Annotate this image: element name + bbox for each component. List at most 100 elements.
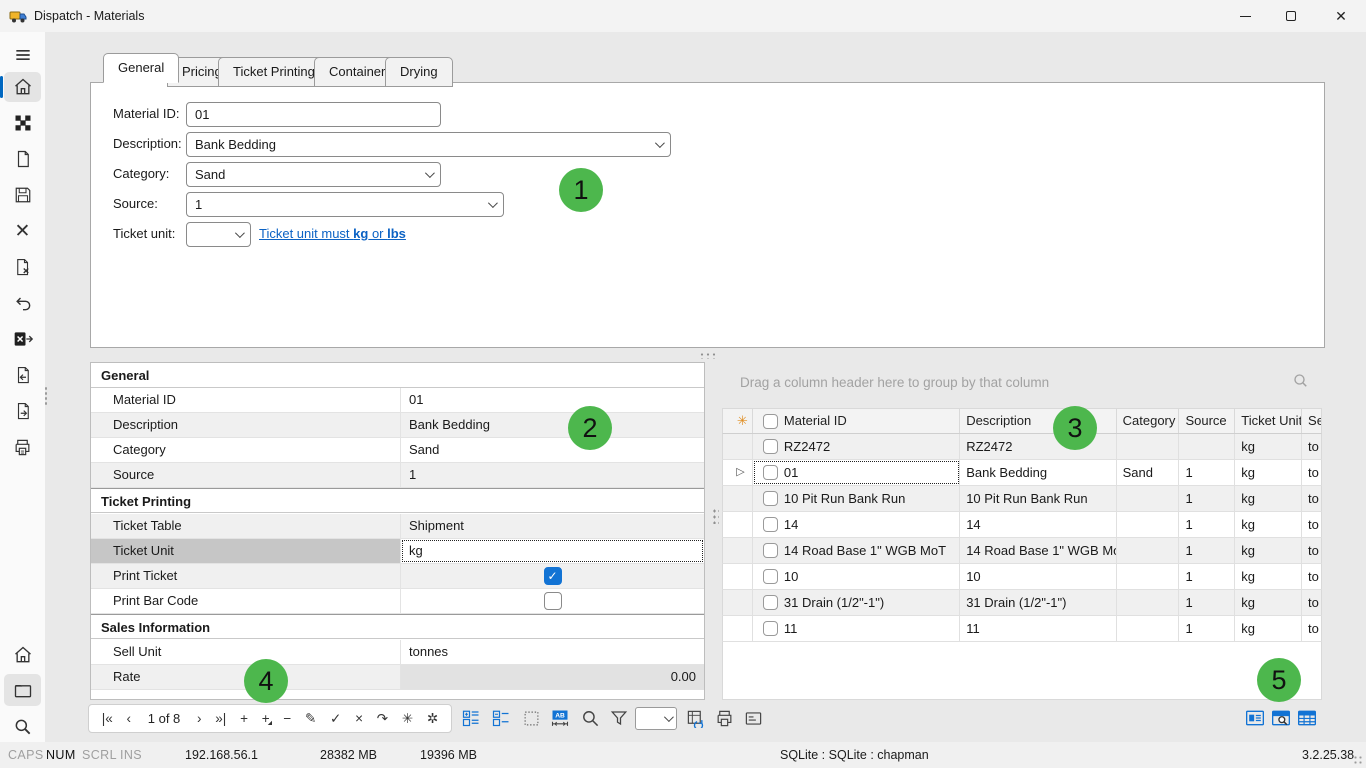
cell-description[interactable]: 11 (960, 616, 1116, 641)
row-checkbox[interactable] (763, 543, 778, 558)
import-file-button[interactable] (4, 360, 41, 390)
property-value-editing[interactable]: kg (401, 539, 704, 563)
material-id-input[interactable] (186, 102, 441, 127)
cell-material-id[interactable]: 14 (753, 512, 960, 537)
grid-row[interactable]: RZ2472 RZ2472 kg to (722, 434, 1322, 460)
ticket-unit-combo[interactable] (186, 222, 251, 247)
cell-category[interactable] (1117, 564, 1180, 589)
best-fit-button[interactable]: AB (548, 706, 572, 730)
nav-redo-button[interactable]: ↷ (376, 710, 389, 728)
sidebar-item-home-bottom[interactable] (4, 640, 41, 670)
print-bar-code-checkbox[interactable] (544, 592, 562, 610)
property-row-rate[interactable]: Rate 0.00 (91, 665, 704, 690)
cell-source[interactable]: 1 (1179, 590, 1235, 615)
row-checkbox[interactable] (763, 491, 778, 506)
nav-last-button[interactable]: »| (214, 710, 227, 728)
ticket-unit-warning-link[interactable]: Ticket unit must kg or lbs (259, 222, 406, 246)
collapse-all-button[interactable] (489, 706, 513, 730)
expand-all-button[interactable] (459, 706, 483, 730)
source-combo[interactable]: 1 (186, 192, 504, 217)
property-value[interactable]: Sand (401, 438, 704, 462)
property-value[interactable]: 0.00 (401, 665, 704, 689)
cell-selection-button[interactable] (519, 706, 543, 730)
cell-sell-unit[interactable]: to (1302, 616, 1321, 641)
cell-description[interactable]: 14 Road Base 1" WGB MoT (960, 538, 1116, 563)
row-checkbox[interactable] (763, 569, 778, 584)
find-panel-button[interactable] (1269, 706, 1293, 730)
category-combo[interactable]: Sand (186, 162, 441, 187)
cell-material-id[interactable]: 11 (753, 616, 960, 641)
print-grid-button[interactable] (712, 706, 736, 730)
refresh-grid-button[interactable] (683, 706, 707, 730)
cell-ticket-unit[interactable]: kg (1235, 564, 1302, 589)
cell-sell-unit[interactable]: to (1302, 512, 1321, 537)
cell-category[interactable] (1117, 512, 1180, 537)
cell-description[interactable]: 31 Drain (1/2"-1") (960, 590, 1116, 615)
cell-material-id[interactable]: 31 Drain (1/2"-1") (753, 590, 960, 615)
cell-material-id[interactable]: 10 Pit Run Bank Run (753, 486, 960, 511)
cell-category[interactable] (1117, 538, 1180, 563)
property-row-print-ticket[interactable]: Print Ticket ✓ (91, 564, 704, 589)
column-header-material-id[interactable]: Material ID (753, 409, 960, 433)
grid-row[interactable]: 11 11 1 kg to (722, 616, 1322, 642)
cell-category[interactable] (1117, 486, 1180, 511)
cell-category[interactable] (1117, 434, 1180, 459)
cell-source[interactable]: 1 (1179, 616, 1235, 641)
cell-ticket-unit[interactable]: kg (1235, 538, 1302, 563)
cell-material-id[interactable]: 01 (753, 460, 960, 485)
card-view-button[interactable] (741, 706, 765, 730)
property-row-print-bar-code[interactable]: Print Bar Code (91, 589, 704, 614)
grid-view-button[interactable] (1295, 706, 1319, 730)
description-combo[interactable]: Bank Bedding (186, 132, 671, 157)
nav-first-button[interactable]: |« (101, 710, 114, 728)
grid-row[interactable]: 14 Road Base 1" WGB MoT 14 Road Base 1" … (722, 538, 1322, 564)
column-header-ticket-unit[interactable]: Ticket Unit (1235, 409, 1302, 433)
cell-source[interactable]: 1 (1179, 512, 1235, 537)
cell-material-id[interactable]: 14 Road Base 1" WGB MoT (753, 538, 960, 563)
nav-next-button[interactable]: › (196, 710, 203, 728)
property-row-source[interactable]: Source 1 (91, 463, 704, 488)
cell-ticket-unit[interactable]: kg (1235, 590, 1302, 615)
vertical-splitter[interactable] (712, 508, 719, 524)
property-value[interactable]: 1 (401, 463, 704, 487)
delete-record-button[interactable] (4, 252, 41, 282)
nav-add-child-button[interactable]: + (261, 710, 271, 728)
property-row-sell-unit[interactable]: Sell Unit tonnes (91, 640, 704, 665)
nav-goto-bookmark-button[interactable]: ✲ (426, 710, 439, 728)
nav-accept-button[interactable]: ✓ (329, 710, 342, 728)
cell-sell-unit[interactable]: to (1302, 590, 1321, 615)
print-ticket-checkbox[interactable]: ✓ (544, 567, 562, 585)
cell-source[interactable]: 1 (1179, 486, 1235, 511)
nav-add-button[interactable]: + (239, 710, 249, 728)
maximize-button[interactable] (1268, 0, 1314, 32)
column-header-category[interactable]: Category (1117, 409, 1180, 433)
row-checkbox[interactable] (763, 621, 778, 636)
layout-card-button[interactable] (1243, 706, 1267, 730)
cell-ticket-unit[interactable]: kg (1235, 616, 1302, 641)
property-row-category[interactable]: Category Sand (91, 438, 704, 463)
grid-row[interactable]: 10 Pit Run Bank Run 10 Pit Run Bank Run … (722, 486, 1322, 512)
row-checkbox[interactable] (763, 465, 778, 480)
cell-source[interactable] (1179, 434, 1235, 459)
nav-bookmark-button[interactable]: ✳ (401, 710, 414, 728)
cell-description[interactable]: Bank Bedding (960, 460, 1116, 485)
property-row-description[interactable]: Description Bank Bedding (91, 413, 704, 438)
delete-button[interactable]: ✕ (4, 216, 41, 246)
search-button[interactable] (578, 706, 602, 730)
sidebar-item-modules[interactable] (4, 108, 41, 138)
nav-delete-button[interactable]: − (282, 710, 292, 728)
filter-button[interactable] (607, 706, 631, 730)
cell-description[interactable]: 10 (960, 564, 1116, 589)
property-row-ticket-table[interactable]: Ticket Table Shipment (91, 514, 704, 539)
row-checkbox[interactable] (763, 595, 778, 610)
undo-button[interactable] (4, 288, 41, 318)
cell-material-id[interactable]: 10 (753, 564, 960, 589)
sidebar-grip[interactable] (44, 386, 48, 406)
property-value[interactable]: 01 (401, 388, 704, 412)
cell-source[interactable]: 1 (1179, 564, 1235, 589)
cell-source[interactable]: 1 (1179, 538, 1235, 563)
column-header-source[interactable]: Source (1179, 409, 1235, 433)
sidebar-item-search[interactable] (4, 712, 41, 742)
cell-ticket-unit[interactable]: kg (1235, 460, 1302, 485)
new-record-button[interactable] (4, 144, 41, 174)
